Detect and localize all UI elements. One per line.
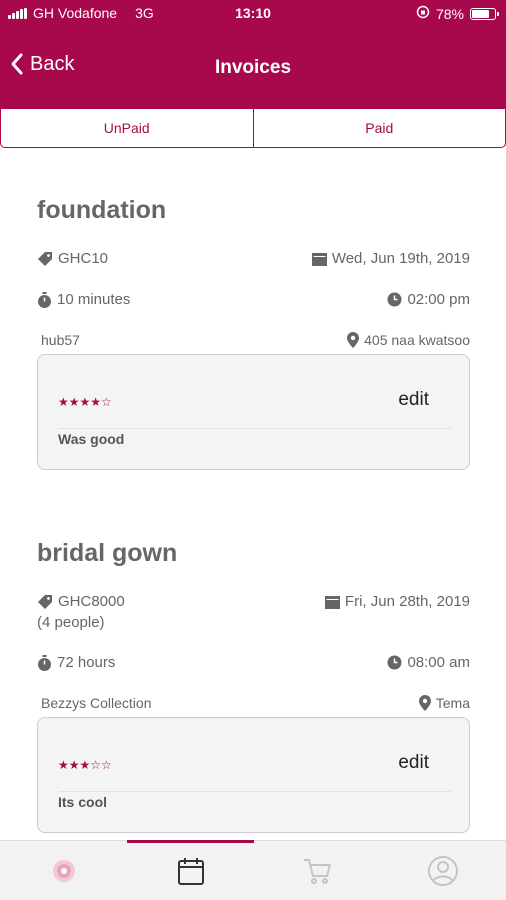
invoice-date: Wed, Jun 19th, 2019 xyxy=(331,250,470,267)
edit-button[interactable]: edit xyxy=(398,389,429,411)
rating-stars: ★★★★☆ xyxy=(58,395,112,409)
invoice-price: GHC8000 xyxy=(58,593,125,610)
calendar-icon xyxy=(178,858,204,885)
bottom-nav-profile[interactable] xyxy=(423,853,463,889)
timer-icon xyxy=(38,291,51,308)
edit-button[interactable]: edit xyxy=(398,752,429,774)
vendor-name: hub57 xyxy=(41,332,80,348)
invoice-time: 08:00 am xyxy=(407,654,470,671)
invoice-card: foundation GHC10 Wed, Jun 19th, 2019 10 … xyxy=(37,196,470,470)
invoice-time: 02:00 pm xyxy=(407,291,470,308)
bottom-nav xyxy=(0,840,506,900)
bottom-nav-loader[interactable] xyxy=(44,853,84,889)
orientation-lock-icon xyxy=(416,5,430,22)
cart-icon xyxy=(304,859,331,884)
price-date-row: GHC8000 Fri, Jun 28th, 2019 xyxy=(37,593,470,613)
invoice-tabs: UnPaid Paid xyxy=(0,108,506,148)
price-date-row: GHC10 Wed, Jun 19th, 2019 xyxy=(37,250,470,270)
invoice-date: Fri, Jun 28th, 2019 xyxy=(344,593,470,610)
status-bar: GH Vodafone 3G 13:10 78% xyxy=(0,0,506,28)
tag-icon xyxy=(38,594,52,609)
vendor-location: 405 naa kwatsoo xyxy=(364,332,470,348)
invoice-price: GHC10 xyxy=(58,250,109,267)
calendar-icon xyxy=(311,252,327,266)
invoice-title: foundation xyxy=(37,196,167,224)
vendor-name: Bezzys Collection xyxy=(41,695,152,711)
timer-icon xyxy=(38,654,51,671)
review-comment: Was good xyxy=(58,431,125,447)
review-card: ★★★☆☆ edit Its cool xyxy=(37,717,470,833)
page-title: Invoices xyxy=(214,57,292,78)
duration-time-row: 72 hours 08:00 am xyxy=(37,654,470,674)
nav-bar: Back Invoices xyxy=(0,28,506,110)
map-pin-icon xyxy=(347,332,360,348)
tab-paid[interactable]: Paid xyxy=(253,108,506,148)
active-tab-indicator xyxy=(127,840,254,843)
duration-time-row: 10 minutes 02:00 pm xyxy=(37,291,470,311)
vendor-location-row: hub57 405 naa kwatsoo xyxy=(37,332,470,352)
review-comment: Its cool xyxy=(58,794,108,810)
invoice-duration: 72 hours xyxy=(57,654,116,671)
vendor-location-row: Bezzys Collection Tema xyxy=(37,695,470,715)
tab-unpaid[interactable]: UnPaid xyxy=(0,108,254,148)
map-pin-icon xyxy=(418,695,431,711)
calendar-icon xyxy=(324,595,340,609)
rating-stars: ★★★☆☆ xyxy=(58,758,112,772)
invoice-title: bridal gown xyxy=(37,539,178,567)
people-count: (4 people) xyxy=(37,614,105,631)
battery-percent: 78% xyxy=(435,5,464,22)
bottom-nav-cart[interactable] xyxy=(297,853,337,889)
invoice-card: bridal gown GHC8000 Fri, Jun 28th, 2019 … xyxy=(37,539,470,833)
clock-icon xyxy=(387,292,402,307)
review-card: ★★★★☆ edit Was good xyxy=(37,354,470,470)
invoice-duration: 10 minutes xyxy=(57,291,131,308)
vendor-location: Tema xyxy=(435,695,470,711)
loader-icon xyxy=(53,860,75,882)
clock-icon xyxy=(387,655,402,670)
bottom-nav-calendar[interactable] xyxy=(171,853,211,889)
divider xyxy=(58,791,451,792)
user-icon xyxy=(428,856,458,886)
tag-icon xyxy=(38,251,52,266)
battery-icon xyxy=(470,7,499,20)
divider xyxy=(58,428,451,429)
